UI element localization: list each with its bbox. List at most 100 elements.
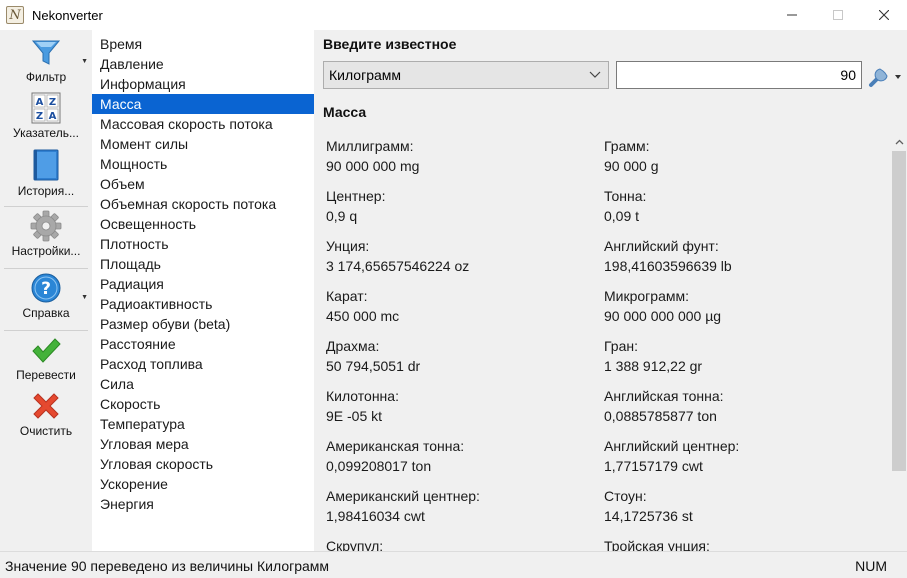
result-unit-name: Грамм: bbox=[604, 138, 650, 154]
result-value[interactable]: 9E -05 kt bbox=[326, 406, 586, 426]
result-unit-name: Американский центнер: bbox=[326, 488, 480, 504]
category-item[interactable]: Время bbox=[92, 34, 314, 54]
convert-button[interactable]: Перевести bbox=[0, 334, 92, 382]
checkmark-icon bbox=[32, 338, 61, 363]
close-button[interactable] bbox=[861, 0, 907, 30]
wrench-menu-button[interactable] bbox=[867, 60, 903, 90]
result-item: Американский центнер: 1,98416034 cwt bbox=[326, 486, 586, 526]
category-item[interactable]: Угловая мера bbox=[92, 434, 314, 454]
value-input[interactable]: 90 bbox=[616, 61, 862, 89]
section-title: Масса bbox=[323, 104, 367, 120]
result-unit-name: Гран: bbox=[604, 338, 638, 354]
result-item: Грамм: 90 000 g bbox=[604, 136, 864, 176]
help-label: Справка bbox=[22, 306, 70, 320]
result-value[interactable]: 0,09 t bbox=[604, 206, 864, 226]
result-value[interactable]: 3 174,65657546224 oz bbox=[326, 256, 586, 276]
window-title: Nekonverter bbox=[32, 7, 103, 23]
category-item[interactable]: Радиоактивность bbox=[92, 294, 314, 314]
category-item[interactable]: Размер обуви (beta) bbox=[92, 314, 314, 334]
result-item: Скрупул: bbox=[326, 536, 586, 551]
minimize-icon bbox=[787, 14, 797, 16]
maximize-icon bbox=[833, 10, 843, 20]
filter-label: Фильтр bbox=[25, 70, 67, 84]
category-item[interactable]: Расход топлива bbox=[92, 354, 314, 374]
result-item: Микрограмм: 90 000 000 000 µg bbox=[604, 286, 864, 326]
category-item[interactable]: Масса bbox=[92, 94, 314, 114]
category-item[interactable]: Плотность bbox=[92, 234, 314, 254]
settings-button[interactable]: Настройки... bbox=[0, 210, 92, 258]
result-unit-name: Центнер: bbox=[326, 188, 386, 204]
result-value[interactable]: 90 000 000 000 µg bbox=[604, 306, 864, 326]
filter-button[interactable]: ▼ Фильтр bbox=[0, 36, 92, 84]
category-item[interactable]: Температура bbox=[92, 414, 314, 434]
title-bar: N Nekonverter bbox=[0, 0, 907, 30]
result-value[interactable]: 0,9 q bbox=[326, 206, 586, 226]
result-item: Драхма: 50 794,5051 dr bbox=[326, 336, 586, 376]
window-controls bbox=[769, 0, 907, 30]
category-item[interactable]: Площадь bbox=[92, 254, 314, 274]
unit-select[interactable]: Килограмм bbox=[323, 61, 609, 89]
category-item[interactable]: Мощность bbox=[92, 154, 314, 174]
category-item[interactable]: Массовая скорость потока bbox=[92, 114, 314, 134]
result-value[interactable]: 90 000 g bbox=[604, 156, 864, 176]
result-value[interactable]: 450 000 mc bbox=[326, 306, 586, 326]
category-item[interactable]: Объем bbox=[92, 174, 314, 194]
result-value[interactable]: 1,77157179 cwt bbox=[604, 456, 864, 476]
left-toolbar: ▼ Фильтр A Z Z A Указатель... История...… bbox=[0, 30, 92, 551]
category-item[interactable]: Момент силы bbox=[92, 134, 314, 154]
result-unit-name: Драхма: bbox=[326, 338, 380, 354]
result-value[interactable]: 50 794,5051 dr bbox=[326, 356, 586, 376]
scroll-up-icon[interactable] bbox=[891, 134, 907, 150]
result-unit-name: Английская тонна: bbox=[604, 388, 724, 404]
status-message: Значение 90 переведено из величины Килог… bbox=[5, 558, 330, 574]
minimize-button[interactable] bbox=[769, 0, 815, 30]
category-item[interactable]: Расстояние bbox=[92, 334, 314, 354]
input-prompt: Введите известное bbox=[323, 36, 457, 52]
result-item: Гран: 1 388 912,22 gr bbox=[604, 336, 864, 376]
result-item: Стоун: 14,1725736 st bbox=[604, 486, 864, 526]
wrench-icon bbox=[869, 68, 901, 87]
category-item[interactable]: Освещенность bbox=[92, 214, 314, 234]
category-item[interactable]: Информация bbox=[92, 74, 314, 94]
category-item[interactable]: Объемная скорость потока bbox=[92, 194, 314, 214]
index-button[interactable]: A Z Z A Указатель... bbox=[0, 92, 92, 140]
result-value[interactable]: 198,41603596639 lb bbox=[604, 256, 864, 276]
category-item[interactable]: Ускорение bbox=[92, 474, 314, 494]
result-unit-name: Микрограмм: bbox=[604, 288, 689, 304]
category-item[interactable]: Радиация bbox=[92, 274, 314, 294]
result-value[interactable]: 14,1725736 st bbox=[604, 506, 864, 526]
help-button[interactable]: ? ▼ Справка bbox=[0, 272, 92, 320]
index-label: Указатель... bbox=[13, 126, 79, 140]
results-grid: Миллиграмм: 90 000 000 mg Грамм: 90 000 g Це… bbox=[314, 134, 889, 551]
result-value[interactable]: 1,98416034 cwt bbox=[326, 506, 586, 526]
scrollbar-thumb[interactable] bbox=[892, 151, 906, 471]
clear-button[interactable]: Очистить bbox=[0, 390, 92, 438]
category-item[interactable]: Скорость bbox=[92, 394, 314, 414]
toolbar-divider bbox=[4, 268, 88, 269]
result-item: Килотонна: 9E -05 kt bbox=[326, 386, 586, 426]
result-item: Карат: 450 000 mc bbox=[326, 286, 586, 326]
result-unit-name: Скрупул: bbox=[326, 538, 384, 551]
help-dropdown-arrow-icon: ▼ bbox=[81, 294, 88, 301]
result-unit-name: Килотонна: bbox=[326, 388, 399, 404]
result-value[interactable]: 90 000 000 mg bbox=[326, 156, 586, 176]
svg-text:A: A bbox=[36, 97, 44, 108]
category-item[interactable]: Угловая скорость bbox=[92, 454, 314, 474]
category-item[interactable]: Энергия bbox=[92, 494, 314, 514]
settings-label: Настройки... bbox=[11, 244, 81, 258]
conversion-panel: Введите известное Килограмм 90 Масса Мил… bbox=[314, 30, 907, 551]
result-value[interactable]: 1 388 912,22 gr bbox=[604, 356, 864, 376]
result-item: Тройская унция: bbox=[604, 536, 864, 551]
filter-dropdown-arrow-icon: ▼ bbox=[81, 58, 88, 65]
category-item[interactable]: Сила bbox=[92, 374, 314, 394]
toolbar-divider bbox=[4, 206, 88, 207]
category-item[interactable]: Давление bbox=[92, 54, 314, 74]
maximize-button[interactable] bbox=[815, 0, 861, 30]
result-value[interactable]: 0,099208017 ton bbox=[326, 456, 586, 476]
category-list: Время Давление Информация Масса Массовая ско… bbox=[92, 30, 314, 551]
clear-x-icon bbox=[33, 393, 59, 419]
result-value[interactable]: 0,0885785877 ton bbox=[604, 406, 864, 426]
results-scrollbar[interactable] bbox=[891, 134, 907, 551]
history-button[interactable]: История... bbox=[0, 148, 92, 198]
result-item: Американская тонна: 0,099208017 ton bbox=[326, 436, 586, 476]
